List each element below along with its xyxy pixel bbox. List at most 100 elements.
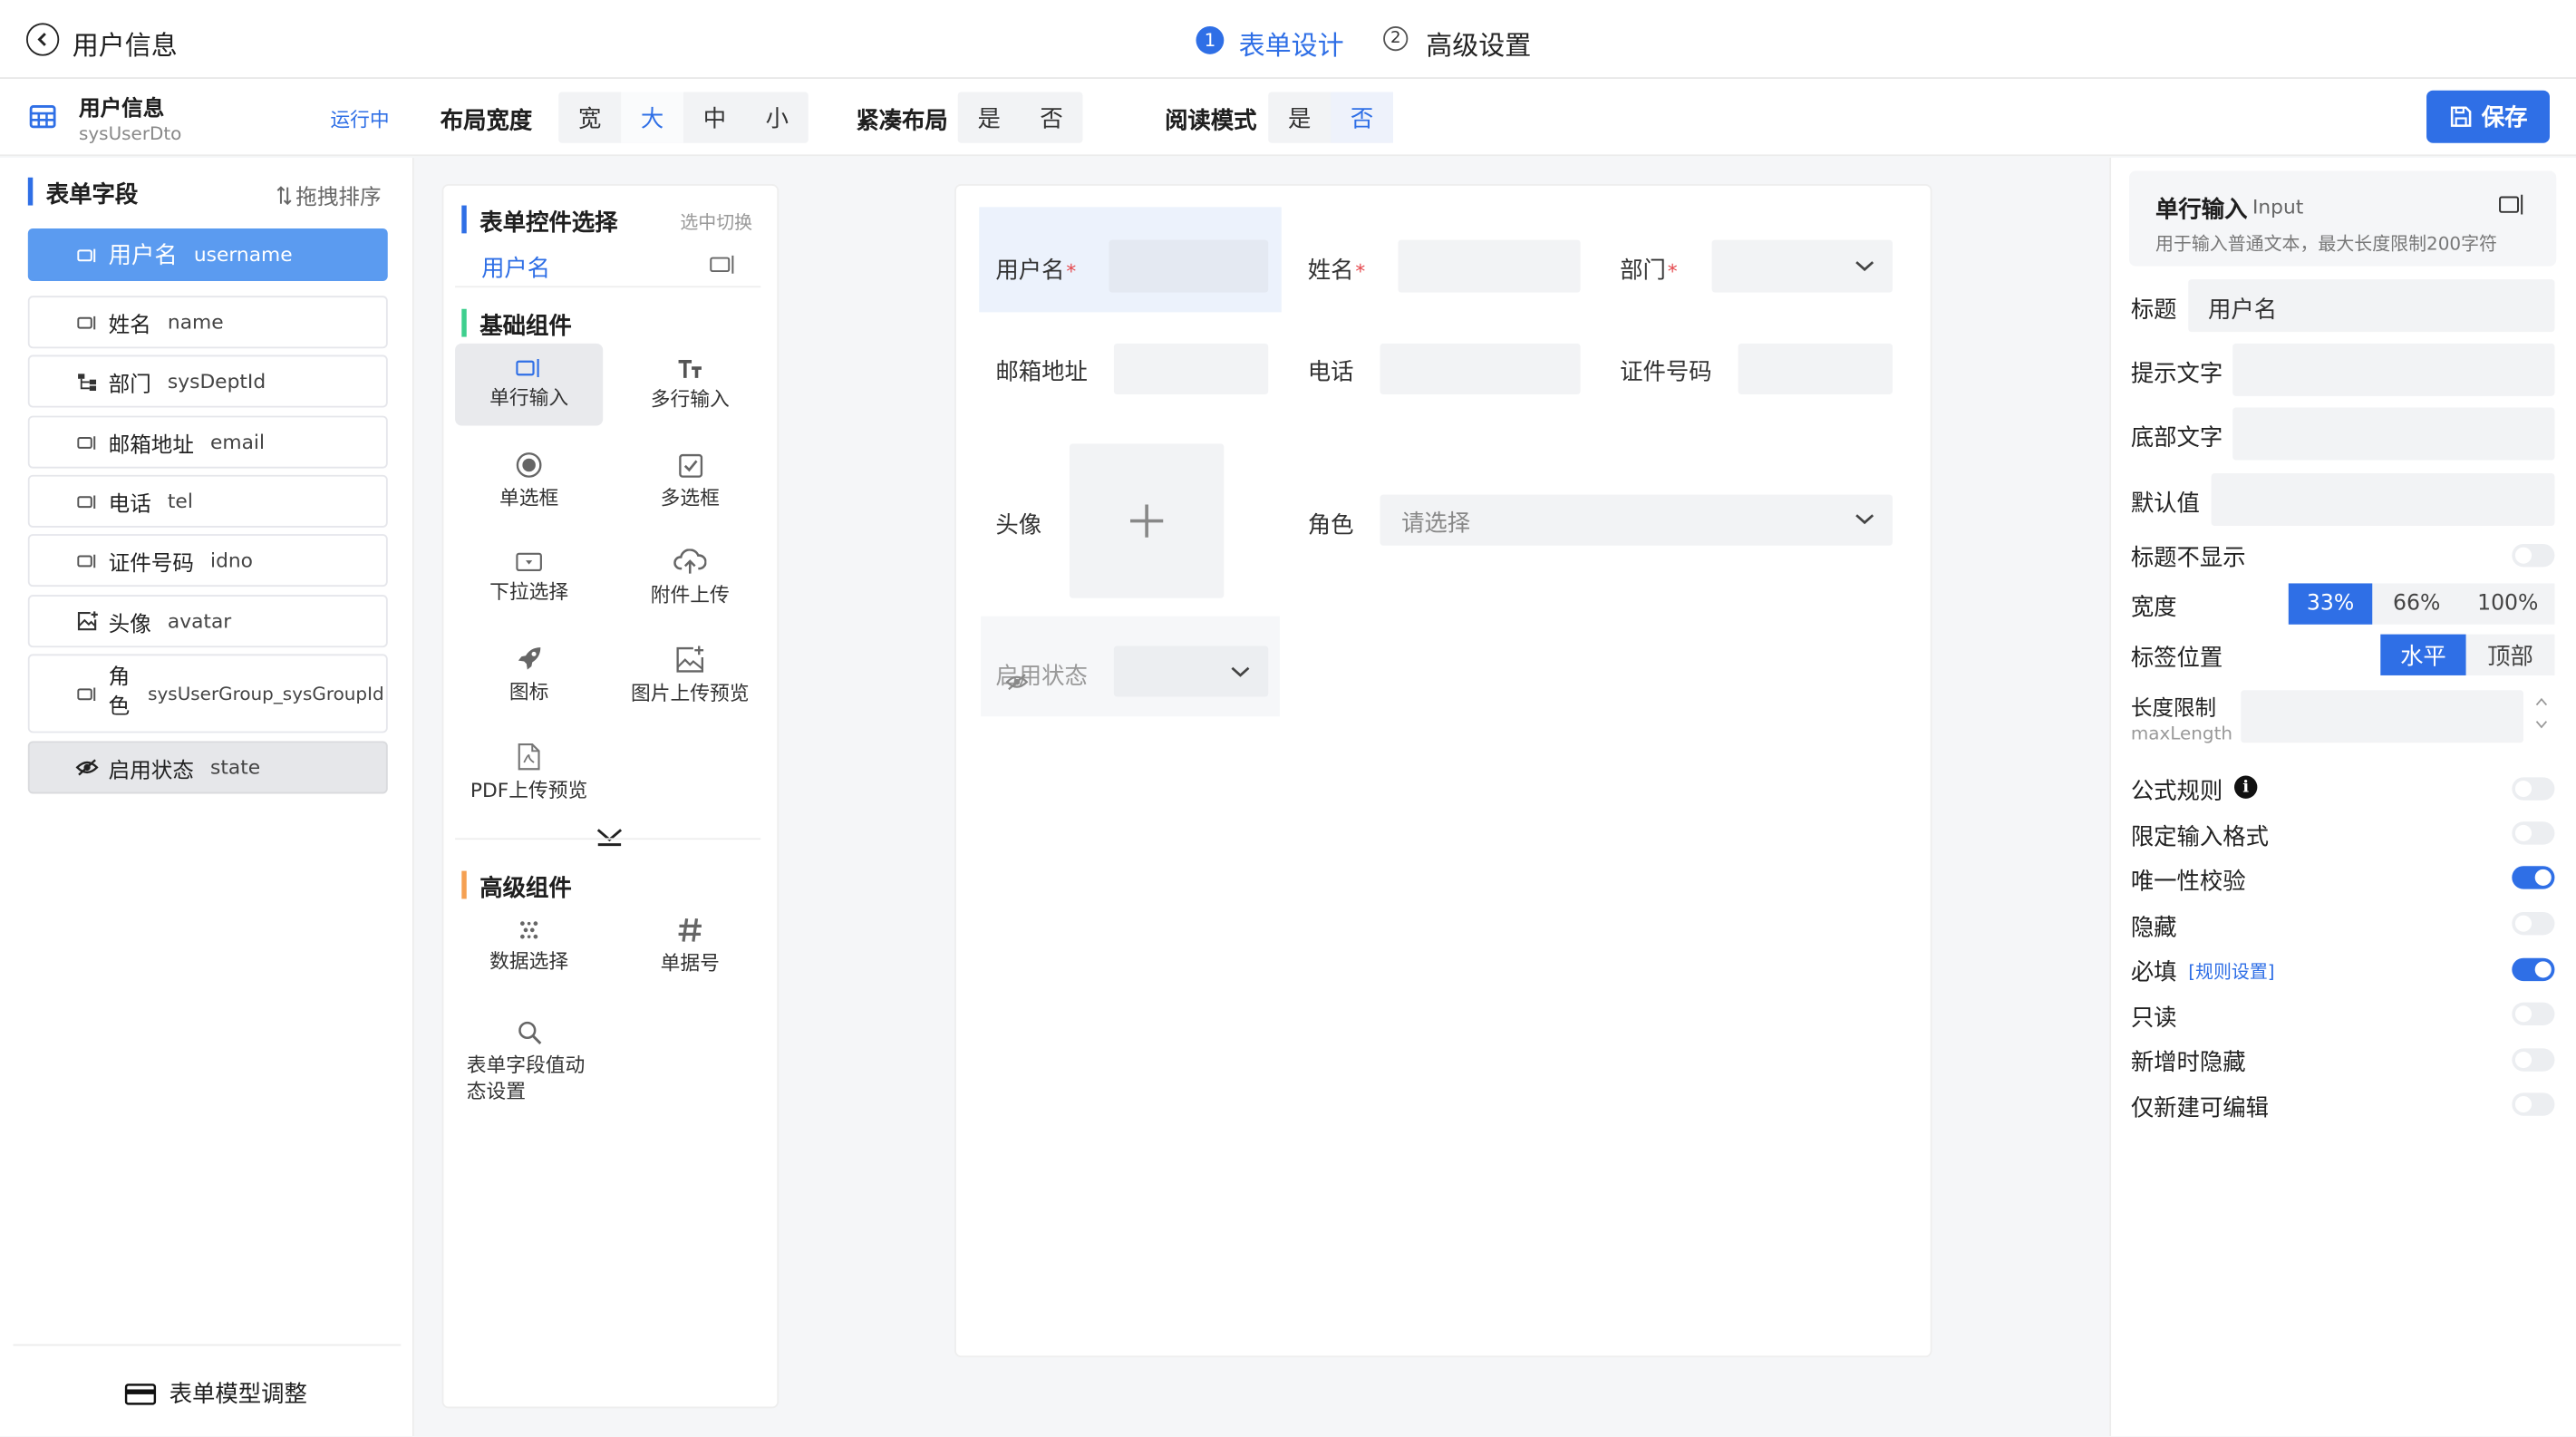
name-input[interactable]	[1398, 239, 1581, 293]
component-image-preview[interactable]: 图片上传预览	[616, 635, 764, 717]
field-item-idno[interactable]: 证件号码 idno	[27, 534, 388, 587]
compact-yes[interactable]: 是	[958, 92, 1021, 143]
layout-width-segment: 宽 大 中 小	[558, 92, 809, 143]
step-1-badge: 1	[1196, 26, 1225, 54]
stepper-up-icon[interactable]	[2535, 697, 2549, 707]
component-single-input[interactable]: 单行输入	[455, 343, 604, 426]
width-100[interactable]: 100%	[2461, 583, 2554, 624]
compact-no[interactable]: 否	[1021, 92, 1083, 143]
step-1-tab[interactable]: 表单设计	[1239, 23, 1344, 63]
width-66[interactable]: 66%	[2372, 583, 2461, 624]
read-mode-no[interactable]: 否	[1331, 92, 1393, 143]
input-icon	[75, 686, 98, 701]
field-code: email	[210, 430, 266, 454]
footer-input[interactable]	[2232, 407, 2555, 461]
required-toggle[interactable]	[2512, 957, 2555, 982]
back-icon[interactable]	[26, 23, 60, 56]
field-item-username[interactable]: 用户名 username	[27, 228, 388, 281]
field-item-email[interactable]: 邮箱地址 email	[27, 415, 388, 469]
select-icon	[516, 552, 542, 572]
field-label: 头像	[108, 612, 151, 637]
default-input[interactable]	[2211, 473, 2555, 526]
layout-width-wide[interactable]: 宽	[558, 92, 621, 143]
stepper-down-icon[interactable]	[2535, 720, 2549, 730]
component-field-dynamic[interactable]: 表单字段值动态设置	[455, 1011, 603, 1102]
edit-on-create-toggle[interactable]	[2512, 1092, 2555, 1116]
data-select-icon	[518, 918, 540, 941]
hint-input[interactable]	[2232, 343, 2555, 396]
component-label: 图片上传预览	[630, 681, 750, 704]
readonly-toggle[interactable]	[2512, 1002, 2555, 1025]
hidden-toggle[interactable]	[2512, 911, 2555, 936]
basic-components-title: 基础组件	[479, 314, 572, 341]
read-mode-yes[interactable]: 是	[1268, 92, 1331, 143]
model-adjust-label: 表单模型调整	[169, 1382, 307, 1409]
checkbox-icon	[678, 452, 702, 477]
required-rule-link[interactable]: [规则设置]	[2188, 958, 2274, 985]
sort-icon	[276, 185, 293, 205]
component-label: 下拉选择	[489, 579, 569, 604]
unique-toggle[interactable]	[2512, 866, 2555, 889]
field-label: 部门	[108, 372, 151, 397]
required-label: 必填	[2130, 959, 2177, 986]
field-item-name[interactable]: 姓名 name	[27, 296, 388, 349]
save-label: 保存	[2481, 105, 2528, 131]
field-item-state[interactable]: 启用状态 state	[27, 741, 388, 794]
input-icon	[710, 255, 736, 275]
layout-width-medium[interactable]: 中	[683, 92, 746, 143]
tel-input[interactable]	[1380, 343, 1581, 394]
drag-sort-toggle[interactable]: 拖拽排序	[276, 180, 382, 210]
avatar-upload[interactable]	[1069, 443, 1225, 598]
fields-title: 表单字段	[45, 182, 139, 209]
save-button[interactable]: 保存	[2426, 90, 2550, 143]
formula-toggle[interactable]	[2512, 777, 2555, 801]
component-pdf-preview[interactable]: PDF上传预览	[455, 732, 603, 814]
model-adjust-button[interactable]: 表单模型调整	[124, 1377, 307, 1410]
field-label: 电话	[108, 491, 151, 518]
username-input[interactable]	[1109, 239, 1269, 293]
label-position-segment: 水平 顶部	[2380, 634, 2555, 675]
length-input[interactable]	[2241, 690, 2523, 743]
limit-format-toggle[interactable]	[2512, 821, 2555, 845]
field-item-role[interactable]: 角色 sysUserGroup_sysGroupId	[27, 654, 388, 733]
length-sub-label: maxLength	[2130, 723, 2233, 745]
label-position-horizontal[interactable]: 水平	[2380, 634, 2466, 675]
canvas-avatar-label: 头像	[995, 512, 1042, 539]
search-icon	[517, 1021, 541, 1045]
role-placeholder: 请选择	[1401, 510, 1471, 538]
component-data-select[interactable]: 数据选择	[455, 906, 603, 988]
footer-label: 底部文字	[2130, 425, 2223, 452]
hide-on-add-toggle[interactable]	[2512, 1048, 2555, 1072]
layout-width-small[interactable]: 小	[746, 92, 809, 143]
field-item-avatar[interactable]: 头像 avatar	[27, 595, 388, 648]
info-icon[interactable]: i	[2234, 775, 2258, 799]
component-radio[interactable]: 单选框	[455, 441, 603, 523]
hide-title-toggle[interactable]	[2512, 543, 2555, 568]
upload-icon	[673, 549, 707, 575]
component-doc-number[interactable]: 单据号	[616, 906, 764, 988]
component-upload[interactable]: 附件上传	[616, 538, 764, 620]
title-label: 标题	[2130, 297, 2177, 325]
save-icon	[2449, 105, 2472, 128]
component-multi-input[interactable]: 多行输入	[616, 344, 764, 426]
step-2-tab[interactable]: 高级设置	[1426, 23, 1531, 63]
field-code: name	[167, 310, 224, 334]
hidden-label: 隐藏	[2130, 915, 2177, 942]
layout-width-large[interactable]: 大	[621, 92, 683, 143]
field-item-dept[interactable]: 部门 sysDeptId	[27, 354, 388, 408]
label-position-top[interactable]: 顶部	[2466, 635, 2555, 675]
field-item-tel[interactable]: 电话 tel	[27, 474, 388, 528]
switch-label[interactable]: 选中切换	[680, 209, 752, 235]
width-33[interactable]: 33%	[2288, 583, 2373, 625]
component-icon[interactable]: 图标	[455, 635, 603, 717]
collapse-chevron-icon[interactable]	[595, 827, 625, 847]
width-label: 宽度	[2130, 595, 2177, 622]
eye-off-icon	[75, 759, 99, 776]
component-label: 单行输入	[489, 385, 569, 410]
component-checkbox[interactable]: 多选框	[616, 441, 764, 523]
component-select[interactable]: 下拉选择	[455, 538, 603, 620]
email-input[interactable]	[1113, 343, 1269, 394]
grid-icon	[29, 105, 56, 129]
rocket-icon	[516, 646, 542, 672]
idno-input[interactable]	[1738, 343, 1893, 394]
